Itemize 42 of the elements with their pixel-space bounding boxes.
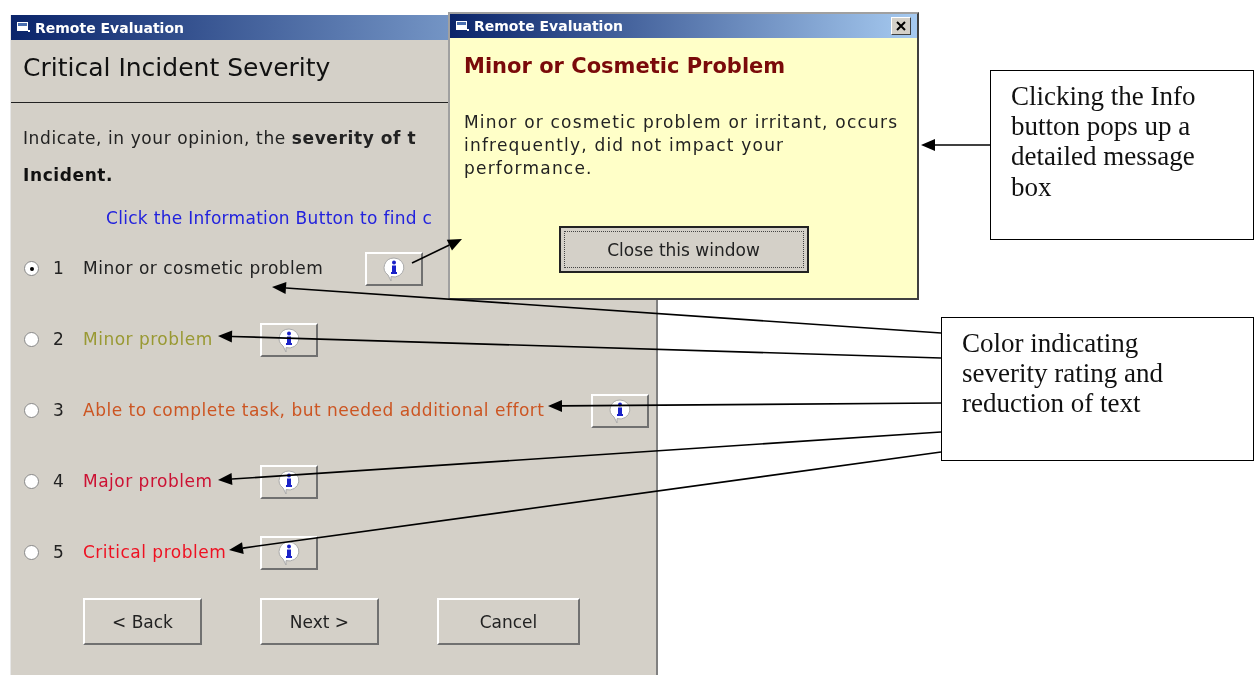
info-icon [276,327,302,353]
radio-button[interactable] [24,261,39,276]
info-icon [607,398,633,424]
close-window-button[interactable]: Close this window [558,226,809,273]
info-button[interactable] [365,252,423,286]
info-icon [381,256,407,282]
info-icon [276,540,302,566]
option-label[interactable]: Major problem [83,471,213,491]
window-title: Remote Evaluation [474,18,623,34]
radio-button[interactable] [24,403,39,418]
window-icon [456,20,469,32]
window-icon [17,22,30,33]
close-icon [896,21,906,31]
info-button[interactable] [260,536,318,570]
leader-arrow [921,139,991,151]
message-text: Minor or cosmetic problem or irritant, occurs infrequently, did not impact your performance. [464,111,900,180]
page-heading: Critical Incident Severity [23,53,331,82]
info-icon [276,469,302,495]
option-number: 2 [53,329,64,349]
back-button[interactable]: < Back [83,598,202,645]
instruction-text: Indicate, in your opinion, the severity of t [23,128,417,148]
close-button[interactable] [891,17,911,35]
radio-button[interactable] [24,474,39,489]
option-number: 4 [53,471,64,491]
radio-button[interactable] [24,332,39,347]
callout-text: Color indicating severity rating and reduction of text [941,317,1254,461]
next-button[interactable]: Next > [260,598,379,645]
hint-text: Click the Information Button to find c [106,208,433,228]
option-number: 3 [53,400,64,420]
message-heading: Minor or Cosmetic Problem [464,53,787,79]
callout-text: Clicking the Info button pops up a detailed message box [990,70,1254,240]
info-button[interactable] [260,465,318,499]
info-button[interactable] [260,323,318,357]
radio-button[interactable] [24,545,39,560]
cancel-button[interactable]: Cancel [437,598,580,645]
info-button[interactable] [591,394,649,428]
option-number: 5 [53,542,64,562]
window-title: Remote Evaluation [35,19,184,36]
option-number: 1 [53,258,64,278]
option-label[interactable]: Minor or cosmetic problem [83,258,324,278]
instruction-text: Incident. [23,165,114,185]
leader-arrow [411,239,462,264]
